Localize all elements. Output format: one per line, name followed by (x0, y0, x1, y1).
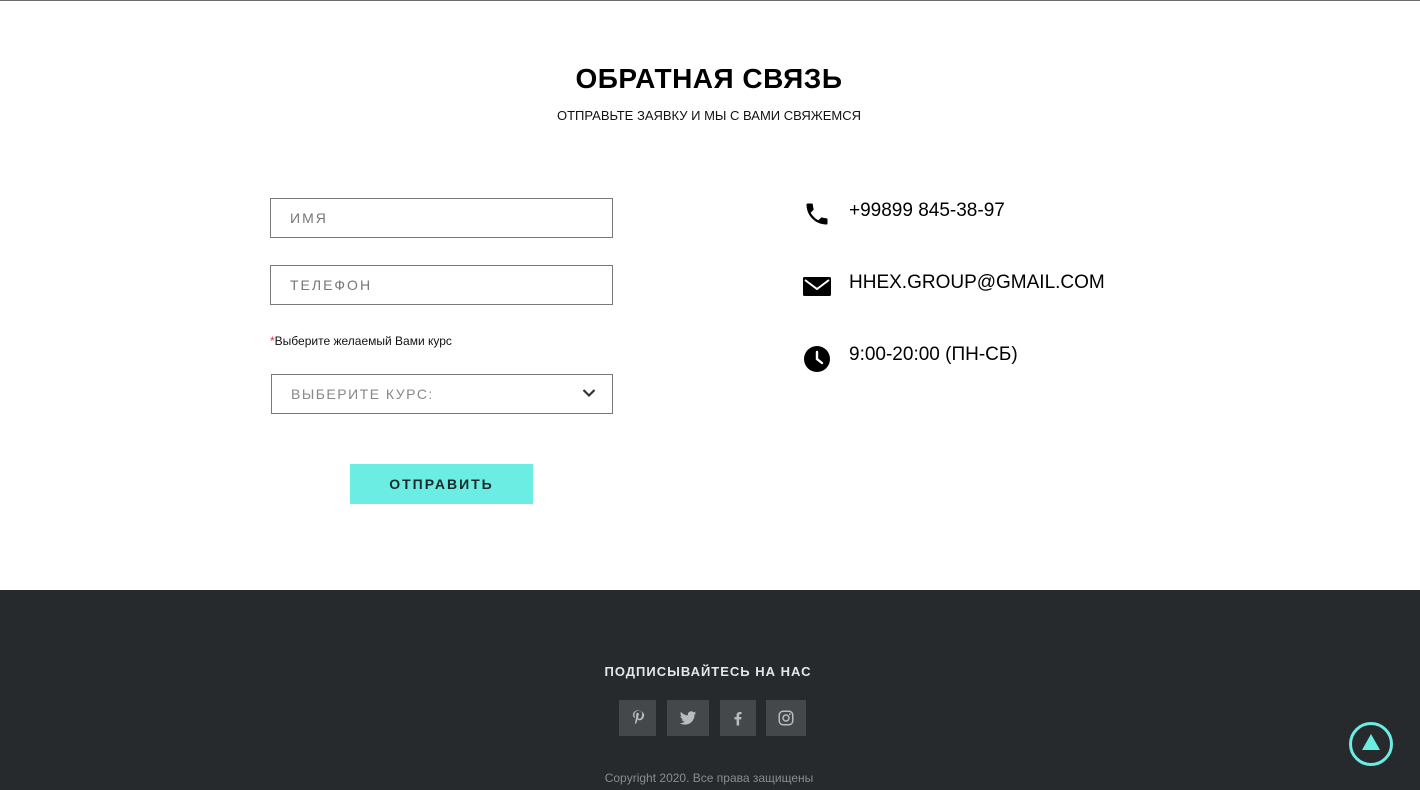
course-label-text: Выберите желаемый Вами курс (274, 334, 452, 348)
chevron-down-icon (582, 389, 596, 398)
contact-email-text: HHEX.GROUP@GMAIL.COM (849, 272, 1105, 293)
contact-hours: 9:00-20:00 (ПН-СБ) (803, 344, 1223, 376)
scroll-to-top-button[interactable] (1349, 722, 1393, 766)
phone-placeholder: ТЕЛЕФОН (290, 277, 373, 293)
follow-title: ПОДПИСЫВАЙТЕСЬ НА НАС (604, 664, 812, 679)
phone-field[interactable]: ТЕЛЕФОН (270, 265, 613, 305)
phone-icon (806, 203, 828, 225)
instagram-link[interactable] (766, 700, 806, 736)
facebook-link[interactable] (720, 700, 756, 736)
course-select[interactable]: ВЫБЕРИТЕ КУРС: (271, 374, 613, 414)
feedback-section: ОБРАТНАЯ СВЯЗЬ ОТПРАВЬТЕ ЗАЯВКУ И МЫ С В… (0, 1, 1420, 590)
clock-icon (804, 346, 830, 372)
name-field[interactable]: ИМЯ (270, 198, 613, 238)
course-select-value: ВЫБЕРИТЕ КУРС: (291, 386, 434, 402)
envelope-icon (803, 277, 831, 296)
copyright: Copyright 2020. Все права защищены (604, 771, 814, 785)
page-title: ОБРАТНАЯ СВЯЗЬ (575, 63, 843, 94)
contact-phone: +99899 845-38-97 (803, 200, 1223, 232)
facebook-icon (734, 712, 742, 726)
contact-hours-text: 9:00-20:00 (ПН-СБ) (849, 344, 1018, 365)
arrow-up-icon (1362, 734, 1380, 750)
twitter-link[interactable] (667, 700, 709, 736)
footer: ПОДПИСЫВАЙТЕСЬ НА НАС Copyright 2020. Вс… (0, 590, 1420, 790)
contact-email: HHEX.GROUP@GMAIL.COM (803, 272, 1223, 304)
name-placeholder: ИМЯ (290, 210, 328, 226)
submit-button[interactable]: ОТПРАВИТЬ (350, 464, 533, 504)
pinterest-icon (632, 710, 645, 725)
instagram-icon (778, 710, 794, 726)
page-subtitle: ОТПРАВЬТЕ ЗАЯВКУ И МЫ С ВАМИ СВЯЖЕМСЯ (556, 108, 862, 123)
twitter-icon (679, 711, 697, 725)
pinterest-link[interactable] (619, 700, 656, 736)
contact-phone-text: +99899 845-38-97 (849, 200, 1005, 221)
course-label: *Выберите желаемый Вами курс (270, 334, 452, 348)
